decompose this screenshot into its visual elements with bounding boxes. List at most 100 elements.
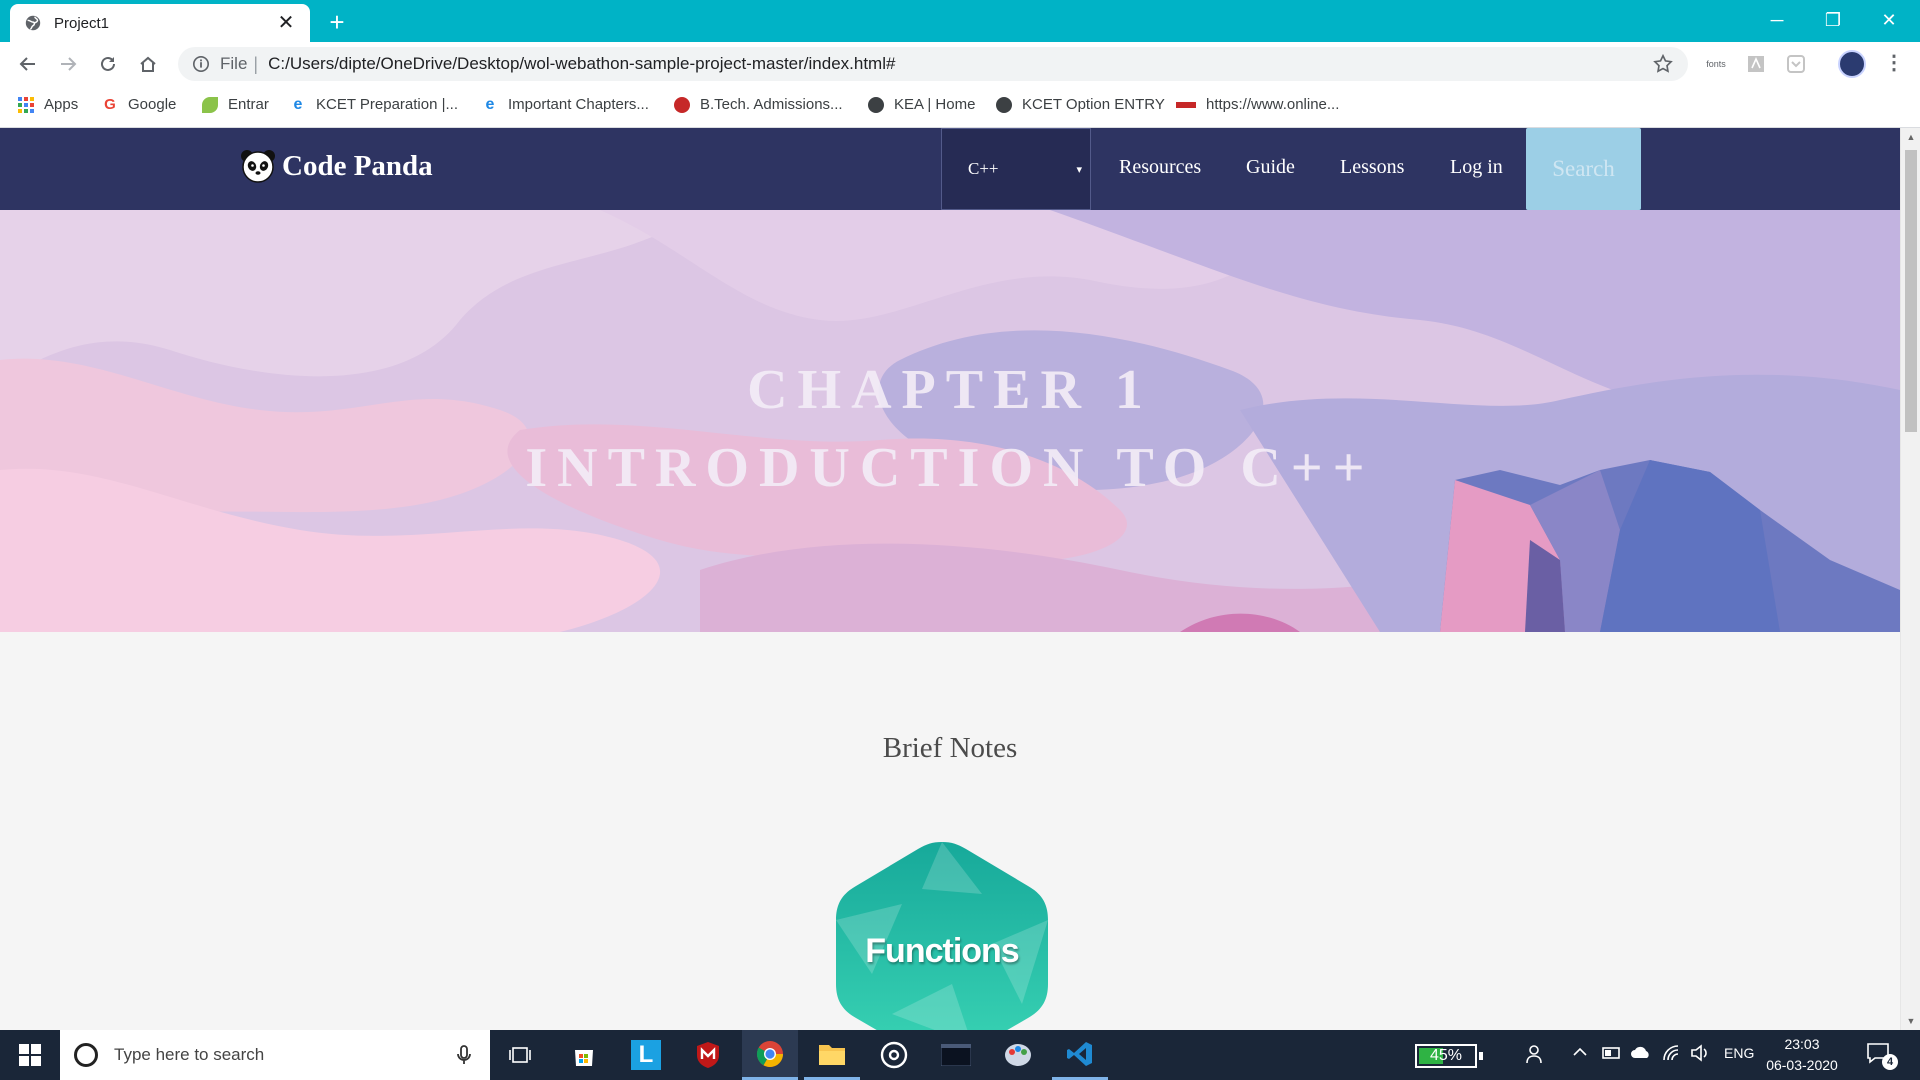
start-button[interactable]: [0, 1030, 60, 1080]
bookmark-online[interactable]: https://www.online...: [1176, 96, 1339, 113]
taskbar-mcafee[interactable]: [680, 1030, 736, 1080]
browser-tab-strip: Project1 ✕ + ─ ❐ ✕: [0, 0, 1920, 42]
bookmark-important-chapters[interactable]: e Important Chapters...: [482, 96, 649, 113]
battery-indicator[interactable]: 45%: [1415, 1044, 1483, 1068]
fonts-extension-icon[interactable]: fonts: [1704, 52, 1728, 76]
arrow-left-icon: [19, 57, 35, 71]
forward-button[interactable]: [52, 48, 84, 80]
taskbar-file-explorer[interactable]: [804, 1030, 860, 1080]
clock-time: 23:03: [1784, 1036, 1820, 1052]
hero-title-line1: CHAPTER 1: [747, 359, 1153, 421]
nav-link-login[interactable]: Log in: [1450, 156, 1503, 179]
info-icon[interactable]: [192, 55, 210, 73]
task-view-icon: [509, 1047, 531, 1063]
bookmark-kcet-option-entry[interactable]: KCET Option ENTRY: [996, 96, 1165, 113]
taskbar-paint-app[interactable]: [990, 1030, 1046, 1080]
bookmark-label: KEA | Home: [894, 96, 976, 113]
folder-icon: [819, 1044, 845, 1065]
palette-icon: [1005, 1044, 1031, 1066]
url-text[interactable]: C:/Users/dipte/OneDrive/Desktop/wol-weba…: [268, 54, 1652, 74]
brand-name: Code Panda: [282, 149, 433, 182]
close-window-button[interactable]: ✕: [1866, 0, 1912, 40]
bookmark-apps[interactable]: Apps: [18, 96, 78, 113]
battery-nub: [1479, 1052, 1483, 1060]
l-app-icon: L: [631, 1040, 661, 1070]
vscode-icon: [1067, 1041, 1092, 1066]
scroll-up-icon[interactable]: ▲: [1906, 132, 1916, 142]
apps-grid-icon: [18, 96, 34, 113]
bookmark-star-icon[interactable]: [1652, 53, 1674, 75]
nsdl-icon: [1176, 101, 1196, 108]
globe-icon: [996, 96, 1012, 113]
nav-link-guide[interactable]: Guide: [1246, 156, 1295, 179]
url-scheme: File: [220, 54, 248, 73]
leaf-icon: [202, 96, 218, 113]
site-brand[interactable]: Code Panda: [240, 148, 433, 184]
taskbar-chrome[interactable]: [742, 1030, 798, 1080]
bookmark-entrar[interactable]: Entrar: [202, 96, 269, 113]
minimize-button[interactable]: ─: [1754, 0, 1800, 40]
taskbar-l-app[interactable]: L: [618, 1030, 674, 1080]
battery-saver-icon[interactable]: [1602, 1044, 1622, 1065]
notification-count: 4: [1882, 1054, 1898, 1070]
nav-link-lessons[interactable]: Lessons: [1340, 156, 1404, 179]
browser-tab[interactable]: Project1 ✕: [10, 4, 310, 42]
scrollbar-thumb[interactable]: [1905, 150, 1917, 432]
bookmark-label: Entrar: [228, 96, 269, 113]
panda-logo-icon: [241, 150, 275, 183]
browser-menu-icon[interactable]: ⋮: [1884, 52, 1904, 76]
bookmark-kcet-preparation[interactable]: e KCET Preparation |...: [290, 96, 458, 113]
taskbar-mysql[interactable]: [928, 1030, 984, 1080]
bookmark-btech-admissions[interactable]: B.Tech. Admissions...: [674, 96, 843, 113]
bookmark-google[interactable]: G Google: [102, 96, 176, 113]
globe-icon: [868, 96, 884, 113]
store-icon: [575, 1050, 593, 1066]
people-icon[interactable]: [1526, 1044, 1546, 1067]
nav-link-resources[interactable]: Resources: [1119, 156, 1201, 179]
home-icon: [140, 56, 156, 72]
chevron-up-icon[interactable]: [1572, 1044, 1588, 1063]
windows-taskbar: Type here to search L 45% ENG 23:03 06-0…: [0, 1030, 1920, 1080]
bookmark-kea-home[interactable]: KEA | Home: [868, 96, 975, 113]
bookmark-label: KCET Preparation |...: [316, 96, 459, 113]
taskbar-store[interactable]: [556, 1030, 612, 1080]
bookmark-label: B.Tech. Admissions...: [700, 96, 843, 113]
disc-icon: [880, 1041, 908, 1069]
reload-button[interactable]: [92, 48, 124, 80]
wifi-icon[interactable]: [1662, 1044, 1682, 1065]
taskbar-media-app[interactable]: [866, 1030, 922, 1080]
language-indicator[interactable]: ENG: [1724, 1045, 1754, 1061]
taskbar-search-box[interactable]: Type here to search: [60, 1030, 490, 1080]
clock-date: 06-03-2020: [1766, 1057, 1838, 1073]
taskbar-vscode[interactable]: [1052, 1030, 1108, 1080]
taskbar-clock[interactable]: 23:03 06-03-2020: [1762, 1034, 1842, 1076]
cortana-icon: [74, 1043, 98, 1067]
page-scrollbar[interactable]: ▲ ▼: [1900, 128, 1920, 1030]
action-center-button[interactable]: 4: [1866, 1042, 1898, 1070]
site-navbar: Code Panda C++ ▾ Resources Guide Lessons…: [0, 128, 1900, 210]
task-view-button[interactable]: [492, 1030, 548, 1080]
bookmark-label: Google: [128, 96, 177, 113]
scroll-down-icon[interactable]: ▼: [1906, 1016, 1916, 1026]
language-selected-value: C++: [968, 159, 999, 178]
bookmark-label: KCET Option ENTRY: [1022, 96, 1165, 113]
section-title: Brief Notes: [882, 732, 1018, 764]
onedrive-cloud-icon[interactable]: [1630, 1044, 1652, 1063]
pocket-extension-icon[interactable]: [1784, 52, 1808, 76]
restore-button[interactable]: ❐: [1810, 0, 1856, 40]
address-bar[interactable]: File | C:/Users/dipte/OneDrive/Desktop/w…: [178, 47, 1688, 81]
language-select[interactable]: C++ ▾: [941, 128, 1091, 210]
microphone-icon[interactable]: [452, 1043, 476, 1067]
tab-close-icon[interactable]: ✕: [276, 13, 296, 33]
profile-avatar[interactable]: [1838, 50, 1866, 78]
chevron-down-icon: ▾: [1076, 164, 1082, 176]
back-button[interactable]: [12, 48, 44, 80]
search-button[interactable]: Search: [1526, 128, 1641, 210]
browser-toolbar: File | C:/Users/dipte/OneDrive/Desktop/w…: [0, 42, 1920, 86]
home-button[interactable]: [132, 48, 164, 80]
battery-percent: 45%: [1429, 1047, 1463, 1064]
new-tab-button[interactable]: +: [322, 8, 352, 38]
pdf-extension-icon[interactable]: [1744, 52, 1768, 76]
bookmark-label: Important Chapters...: [508, 96, 649, 113]
volume-icon[interactable]: [1690, 1044, 1710, 1065]
